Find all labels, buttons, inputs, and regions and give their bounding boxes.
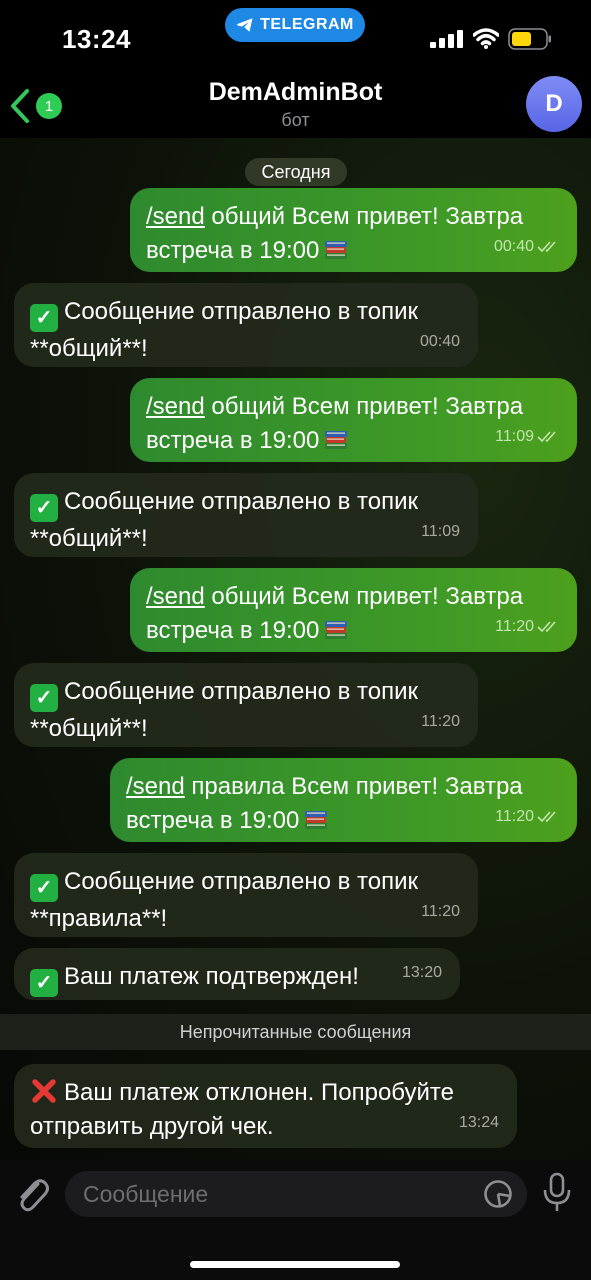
- message-text: Сообщение отправлено в топик: [64, 868, 418, 895]
- command-link[interactable]: /send: [146, 203, 205, 230]
- message-text: встреча в 19:00: [126, 807, 300, 834]
- message-time: 11:20: [421, 903, 460, 920]
- command-link[interactable]: /send: [146, 393, 205, 420]
- message-meta: 11:20: [421, 895, 460, 929]
- unread-separator: Непрочитанные сообщения: [0, 1014, 591, 1050]
- message-bubble-incoming[interactable]: ✓ Сообщение отправлено в топик **общий**!…: [14, 283, 478, 367]
- home-indicator: [190, 1261, 400, 1268]
- cross-mark-emoji: [32, 1079, 56, 1103]
- message-text: **общий**!: [30, 715, 148, 742]
- status-bar: 13:24 TELEGRAM: [0, 0, 591, 70]
- message-time: 00:40: [493, 238, 534, 255]
- message-text: встреча в 19:00: [146, 617, 320, 644]
- message-time: 11:20: [495, 808, 534, 825]
- message-text: отправить другой чек.: [30, 1113, 274, 1140]
- message-meta: 00:40: [420, 325, 460, 359]
- double-check-icon: [537, 241, 556, 253]
- message-time: 11:20: [421, 713, 460, 730]
- message-time: 13:20: [401, 964, 442, 981]
- check-mark-emoji: ✓: [30, 684, 58, 712]
- chat-header: 1 DemAdminBot бот D: [0, 70, 591, 138]
- check-mark-emoji: ✓: [30, 969, 58, 997]
- message-meta: 13:24: [459, 1106, 499, 1140]
- microphone-icon[interactable]: [542, 1172, 572, 1214]
- message-meta: 11:20: [495, 610, 559, 644]
- double-check-icon: [537, 811, 556, 823]
- message-time: 11:20: [495, 618, 534, 635]
- check-mark-emoji: ✓: [30, 494, 58, 522]
- books-emoji: [325, 241, 348, 259]
- check-mark-emoji: ✓: [30, 304, 58, 332]
- message-bubble-incoming[interactable]: Ваш платеж отклонен. Попробуйте отправит…: [14, 1064, 517, 1148]
- signal-icon: [430, 30, 463, 48]
- message-bubble-incoming[interactable]: ✓ Сообщение отправлено в топик **общий**!…: [14, 473, 478, 557]
- message-text: встреча в 19:00: [146, 427, 320, 454]
- paperclip-icon[interactable]: [14, 1174, 50, 1214]
- message-text: встреча в 19:00: [146, 237, 320, 264]
- message-text: Ваш платеж отклонен. Попробуйте: [64, 1079, 454, 1106]
- message-meta: 11:09: [421, 515, 460, 549]
- message-text: общий Всем привет! Завтра: [204, 203, 524, 230]
- command-link[interactable]: /send: [126, 773, 185, 800]
- message-text: **общий**!: [30, 335, 148, 362]
- message-time: 00:40: [419, 333, 460, 350]
- books-emoji: [325, 431, 348, 449]
- message-bubble-outgoing[interactable]: /send общий Всем привет! Завтра встреча …: [130, 188, 577, 272]
- telegram-plane-icon: [236, 18, 253, 32]
- chat-subtitle: бот: [281, 110, 310, 130]
- message-text: **общий**!: [30, 525, 148, 552]
- date-separator: Сегодня: [245, 158, 347, 186]
- message-meta: 11:20: [495, 800, 559, 834]
- message-bubble-incoming[interactable]: ✓ Ваш платеж подтвержден! 13:20: [14, 948, 460, 1000]
- message-bubble-outgoing[interactable]: /send общий Всем привет! Завтра встреча …: [130, 378, 577, 462]
- message-text: Сообщение отправлено в топик: [64, 678, 418, 705]
- message-bubble-incoming[interactable]: ✓ Сообщение отправлено в топик **правила*…: [14, 853, 478, 937]
- message-meta: 11:09: [495, 420, 559, 454]
- telegram-pill[interactable]: TELEGRAM: [225, 8, 365, 42]
- sticker-icon[interactable]: [483, 1179, 513, 1209]
- books-emoji: [325, 621, 348, 639]
- double-check-icon: [537, 621, 556, 633]
- double-check-icon: [537, 431, 556, 443]
- status-time: 13:24: [62, 24, 131, 54]
- message-bubble-outgoing[interactable]: /send общий Всем привет! Завтра встреча …: [130, 568, 577, 652]
- message-text: общий Всем привет! Завтра: [204, 583, 524, 610]
- message-field[interactable]: [65, 1171, 527, 1217]
- telegram-pill-label: TELEGRAM: [260, 16, 354, 33]
- message-bubble-outgoing[interactable]: /send правила Всем привет! Завтра встреч…: [110, 758, 577, 842]
- chat-title[interactable]: DemAdminBot: [0, 78, 591, 107]
- battery-icon: [508, 28, 551, 50]
- message-time: 11:09: [421, 523, 460, 540]
- message-bubble-incoming[interactable]: ✓ Сообщение отправлено в топик **общий**!…: [14, 663, 478, 747]
- avatar[interactable]: D: [526, 76, 582, 132]
- books-emoji: [305, 811, 328, 829]
- command-link[interactable]: /send: [146, 583, 205, 610]
- message-time: 13:24: [458, 1114, 499, 1131]
- message-time: 11:09: [495, 428, 534, 445]
- message-text: Сообщение отправлено в топик: [64, 298, 418, 325]
- message-meta: 13:20: [402, 956, 442, 990]
- message-text: правила Всем привет! Завтра: [184, 773, 523, 800]
- message-meta: 00:40: [494, 230, 559, 264]
- message-text: **правила**!: [30, 905, 168, 932]
- message-text: общий Всем привет! Завтра: [204, 393, 524, 420]
- check-mark-emoji: ✓: [30, 874, 58, 902]
- wifi-icon: [473, 28, 499, 49]
- message-text: Ваш платеж подтвержден!: [64, 963, 359, 990]
- message-text: Сообщение отправлено в топик: [64, 488, 418, 515]
- message-meta: 11:20: [421, 705, 460, 739]
- message-input[interactable]: [83, 1171, 463, 1217]
